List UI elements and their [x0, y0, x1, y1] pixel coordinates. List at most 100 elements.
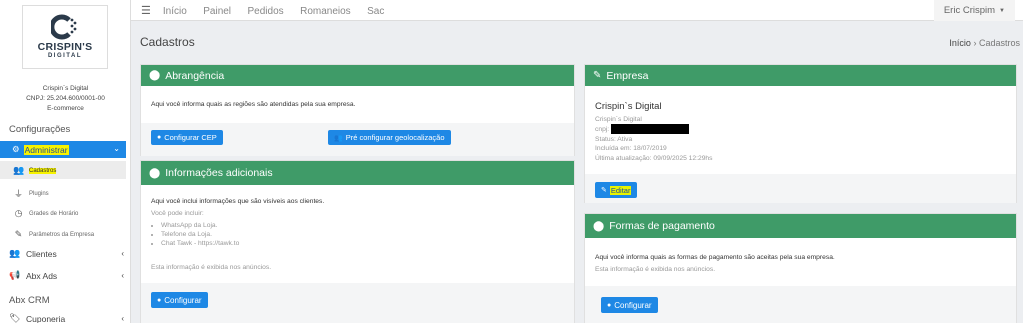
editar-button[interactable]: ✎ Editar [595, 182, 638, 198]
button-label: Pré configurar geolocalização [345, 133, 445, 142]
map-marker-icon: ● [607, 301, 612, 309]
sidebar-subitem-plugins[interactable]: ⏚ Plugins [13, 187, 49, 200]
card-footer [585, 174, 1016, 203]
breadcrumb-home[interactable]: Início [949, 38, 971, 48]
configurar-info-button[interactable]: ● Configurar [151, 292, 208, 308]
card-title: Formas de pagamento [609, 220, 715, 232]
company-cnpj: CNPJ: 25.204.600/0001-00 [26, 95, 105, 102]
megaphone-icon: 📢 [9, 270, 21, 280]
topnav-painel[interactable]: Painel [203, 6, 231, 17]
chevron-down-icon: ⌄ [113, 144, 120, 153]
card-abrangencia: ⬤ Abrangência Aqui você informa quais as… [140, 64, 575, 156]
sidebar-subitem-parametros[interactable]: ✎ Parâmetros da Empresa [13, 229, 94, 240]
list-item: WhatsApp da Loja. [161, 221, 239, 230]
sidebar-item-label: Clientes [26, 248, 57, 259]
hamburger-icon[interactable]: ☰ [141, 4, 151, 17]
logo-sub: DIGITAL [47, 53, 83, 59]
chevron-left-icon: ‹ [121, 271, 124, 280]
card-title: Informações adicionais [165, 167, 273, 179]
map-marker-icon: ⬤ [149, 167, 161, 179]
topnav-sac[interactable]: Sac [367, 6, 384, 17]
sidebar-item-administrar[interactable]: ⚙ Administrar ⌄ [0, 141, 126, 158]
map-marker-icon: ⬤ [149, 70, 161, 81]
sidebar-subitem-label: Cadastros [29, 167, 57, 174]
company-name: Crispin`s Digital [42, 85, 89, 92]
menu-section-crm: Abx CRM [9, 295, 50, 306]
empresa-cnpj: cnpj: [595, 124, 690, 134]
geolocalizacao-button[interactable]: 👥 Pré configurar geolocalização [328, 130, 451, 145]
topnav-romaneios[interactable]: Romaneios [300, 6, 351, 17]
card-header: ⬤ Informações adicionais [141, 161, 574, 185]
card-header: ⬤ Abrangência [141, 65, 574, 86]
clock-icon: ◷ [14, 208, 23, 218]
button-label: Configurar [614, 300, 652, 310]
sidebar-item-label: Abx Ads [26, 270, 58, 281]
topbar: ☰ Início Painel Pedidos Romaneios Sac Er… [131, 0, 1023, 21]
topnav-inicio[interactable]: Início [163, 6, 187, 17]
map-marker-icon: ⬤ [593, 220, 605, 232]
sidebar-subitem-cadastros[interactable]: 👥 Cadastros [13, 165, 57, 176]
edit-icon: ✎ [593, 70, 602, 81]
empresa-name: Crispin`s Digital [595, 101, 662, 112]
sidebar-item-label: Administrar [23, 144, 69, 155]
sidebar-subitem-label: Grades de Horário [29, 210, 79, 217]
card-note: Esta informação é exibida nos anúncios. [151, 264, 272, 271]
button-label: Editar [609, 185, 632, 195]
card-header: ⬤ Formas de pagamento [585, 214, 1016, 238]
sidebar-subitem-label: Plugins [29, 190, 49, 197]
sidebar-item-cuponeria[interactable]: 🏷 Cuponeria ‹ [9, 313, 124, 323]
menu-section-config: Configurações [9, 124, 71, 135]
topnav-pedidos[interactable]: Pedidos [248, 6, 284, 17]
card-empresa: ✎ Empresa Crispin`s Digital Crispin`s Di… [584, 64, 1017, 203]
page-title: Cadastros [140, 35, 195, 49]
user-menu[interactable]: Eric Crispim ▼ [933, 0, 1015, 21]
sidebar-item-clientes[interactable]: 👥 Clientes ‹ [9, 248, 124, 259]
breadcrumb: Início › Cadastros [949, 38, 1020, 48]
info-list: WhatsApp da Loja. Telefone da Loja. Chat… [161, 221, 239, 248]
breadcrumb-sep: › [973, 38, 977, 48]
cnpj-label: cnpj: [595, 125, 610, 133]
users-icon: 👥 [13, 165, 25, 175]
users-icon: 👥 [334, 134, 343, 142]
button-label: Configurar CEP [164, 133, 217, 142]
card-subtext: Você pode incluir: [151, 210, 204, 217]
redacted-box [611, 124, 690, 134]
chevron-left-icon: ‹ [121, 249, 124, 258]
logo-mark-icon [49, 14, 79, 40]
list-item: Telefone da Loja. [161, 230, 239, 239]
user-name: Eric Crispim [943, 5, 996, 16]
card-text: Aqui você informa quais as regiões são a… [151, 101, 356, 108]
sidebar-item-abx-ads[interactable]: 📢 Abx Ads ‹ [9, 270, 124, 281]
caret-down-icon: ▼ [999, 7, 1005, 14]
button-label: Configurar [164, 295, 202, 305]
empresa-status: Status: Ativa [595, 136, 633, 143]
card-note: Esta informação é exibida nos anúncios. [595, 266, 716, 273]
company-segment: E-commerce [47, 105, 84, 112]
logo-name: CRISPIN'S [37, 41, 93, 53]
empresa-line: Crispin`s Digital [595, 116, 642, 123]
chevron-left-icon: ‹ [121, 314, 124, 323]
users-icon: 👥 [9, 248, 21, 258]
tag-icon: 🏷 [9, 313, 21, 323]
edit-icon: ✎ [601, 187, 607, 194]
card-title: Empresa [606, 69, 649, 82]
sidebar-subitem-grades[interactable]: ◷ Grades de Horário [13, 208, 79, 219]
card-header: ✎ Empresa [585, 65, 1016, 86]
company-logo[interactable]: CRISPIN'S DIGITAL [22, 5, 108, 69]
edit-icon: ✎ [14, 229, 23, 239]
sidebar: CRISPIN'S DIGITAL Crispin`s Digital CNPJ… [0, 0, 131, 323]
empresa-included: Incluída em: 18/07/2019 [595, 145, 667, 152]
list-item: Chat Tawk - https://tawk.to [161, 239, 239, 248]
map-marker-icon: ● [157, 296, 162, 304]
gears-icon: ⚙ [12, 144, 20, 154]
empresa-updated: Última atualização: 09/09/2025 12:29hs [595, 155, 713, 162]
configurar-pagamento-button[interactable]: ● Configurar [601, 297, 658, 313]
breadcrumb-current: Cadastros [978, 38, 1020, 48]
card-formas-pagamento: ⬤ Formas de pagamento Aqui você informa … [584, 213, 1017, 323]
card-text: Aqui você informa quais as formas de pag… [595, 254, 835, 261]
top-nav: Início Painel Pedidos Romaneios Sac [151, 1, 385, 19]
card-informacoes-adicionais: ⬤ Informações adicionais Aqui você inclu… [140, 160, 575, 323]
card-title: Abrangência [165, 69, 225, 82]
configurar-cep-button[interactable]: ● Configurar CEP [151, 130, 223, 145]
card-text: Aqui você inclui informações que são vis… [151, 198, 325, 205]
